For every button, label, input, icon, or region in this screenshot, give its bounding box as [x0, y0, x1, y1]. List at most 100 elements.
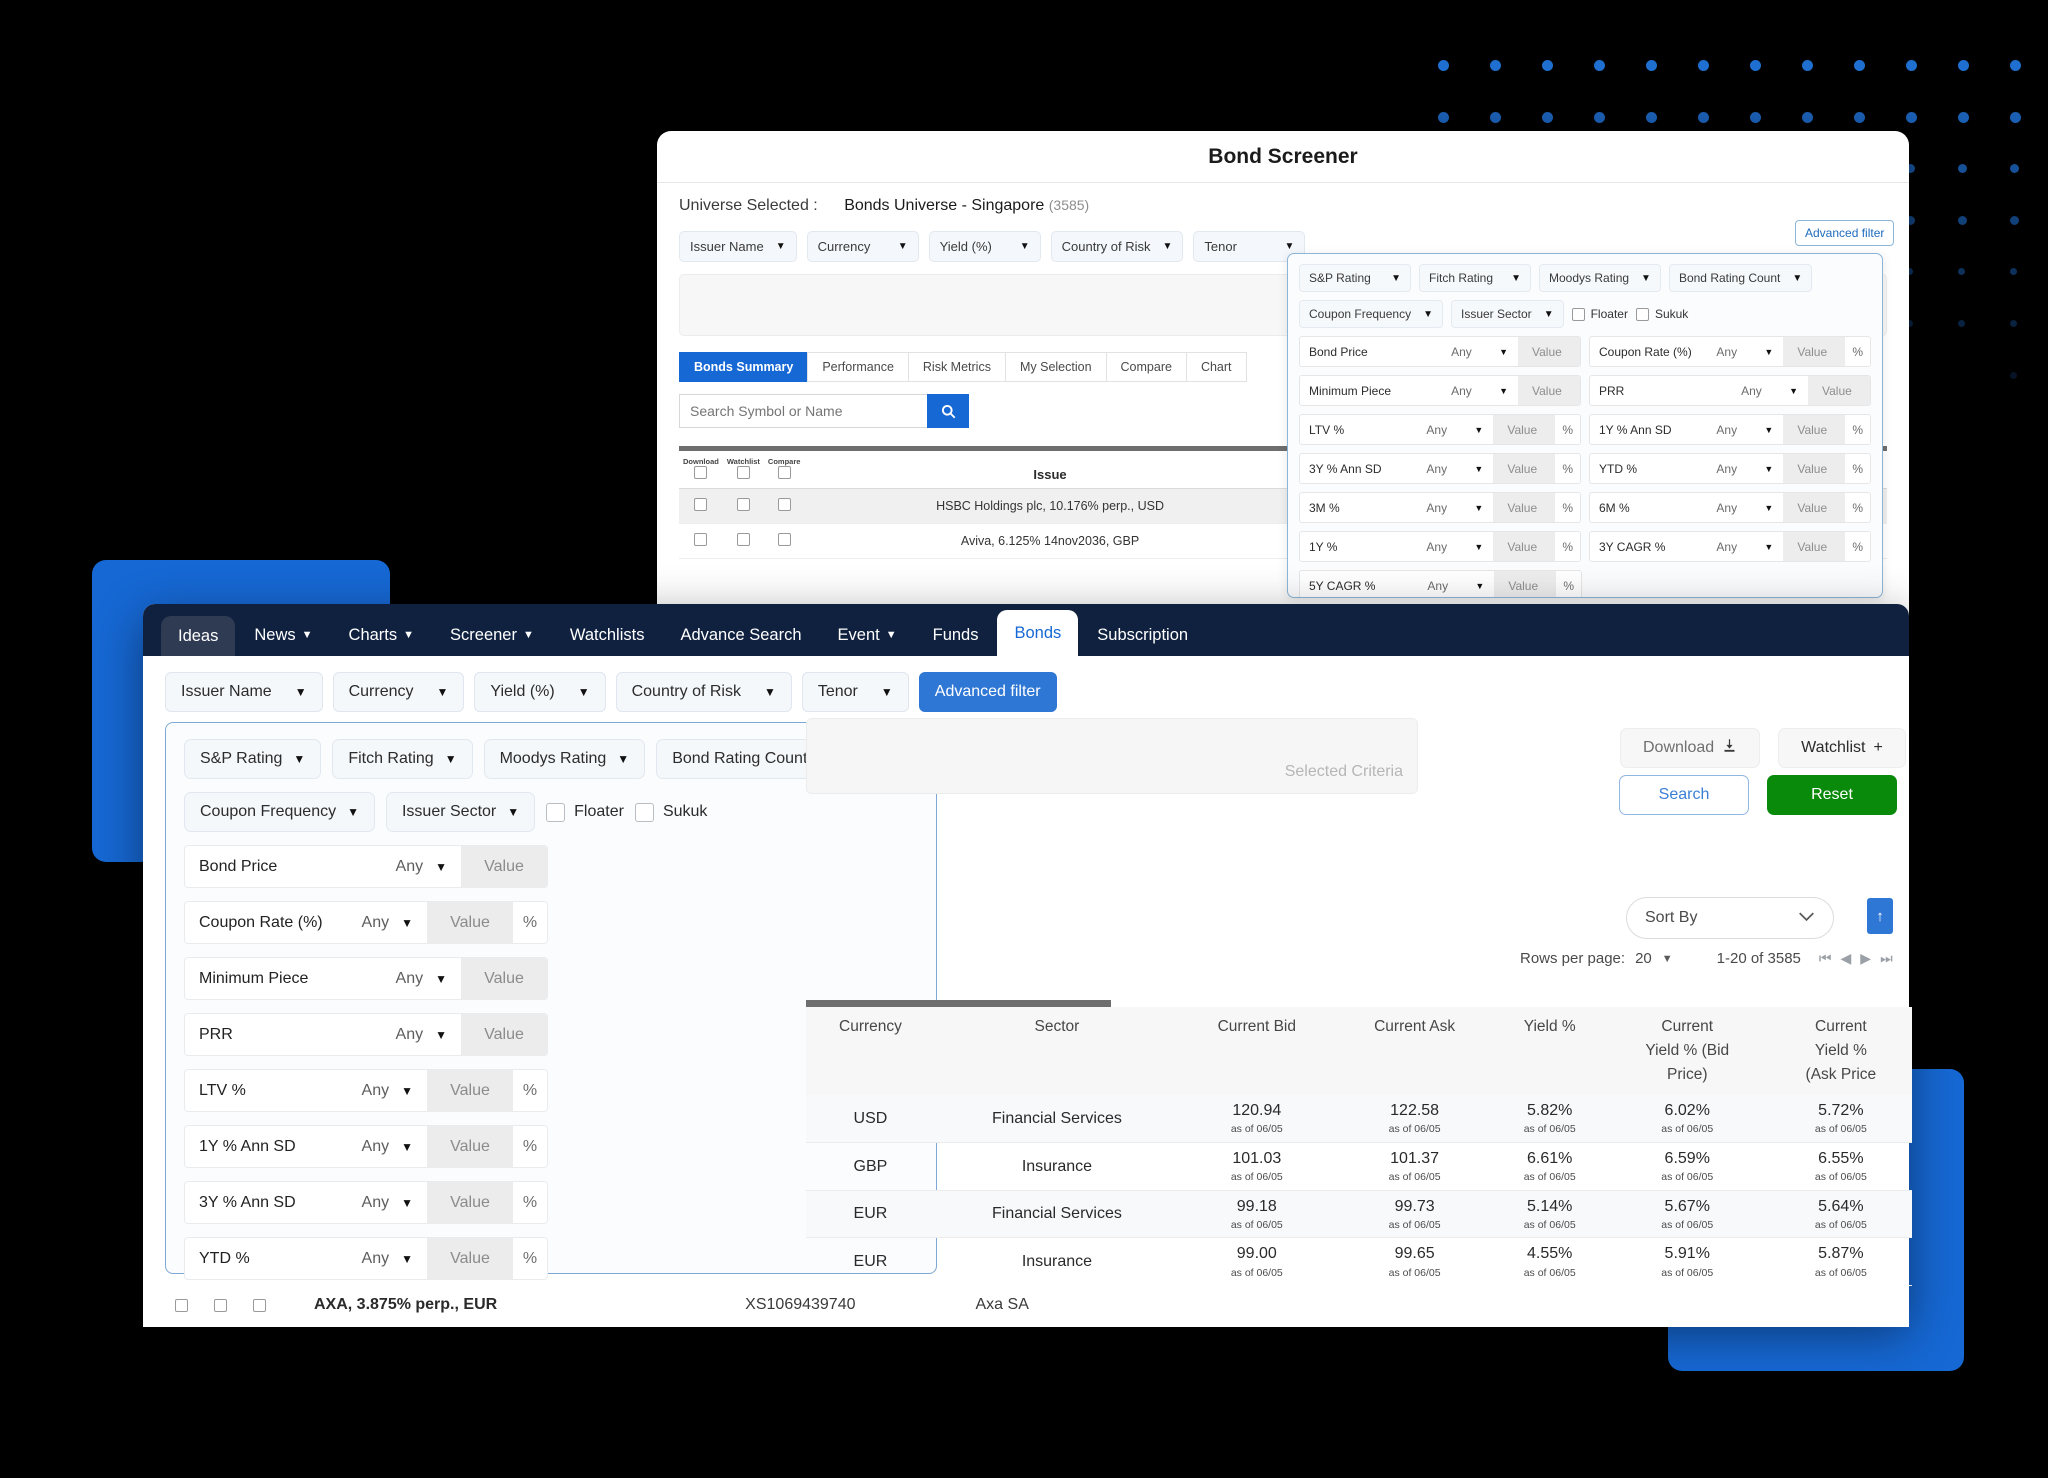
checkbox-floater[interactable]: Floater	[546, 792, 624, 832]
results-col-sector[interactable]: Sector	[934, 1007, 1179, 1096]
rear-field-1y-ann-sd[interactable]: 1Y % Ann SD Any ▼ Value%	[1589, 414, 1871, 445]
field-value-input[interactable]: Value	[1808, 376, 1870, 405]
rear-field-3m[interactable]: 3M % Any ▼ Value%	[1299, 492, 1581, 523]
field-prr[interactable]: PRR Any ▼ Value	[184, 1013, 548, 1056]
results-row[interactable]: GBP Insurance 101.03 as of 06/05 101.37 as of…	[806, 1142, 1912, 1191]
rear-row-checkbox[interactable]	[763, 488, 805, 524]
rear-row-checkbox[interactable]	[679, 488, 723, 524]
rear-field-bond-price[interactable]: Bond Price Any ▼ Value	[1299, 336, 1581, 367]
rear-row-checkbox[interactable]	[679, 523, 723, 559]
reset-button[interactable]: Reset	[1767, 775, 1897, 815]
field-value-input[interactable]: Value	[1493, 415, 1556, 444]
rear-field-ltv[interactable]: LTV % Any ▼ Value%	[1299, 414, 1581, 445]
adv-chip-issuer-sector[interactable]: Issuer Sector ▼	[385, 792, 536, 832]
field-operator[interactable]: Any	[362, 1082, 390, 1100]
results-row[interactable]: EUR Insurance 99.00 as of 06/05 99.65 as of 0…	[806, 1237, 1912, 1287]
nav-item-news[interactable]: News ▼	[237, 614, 329, 656]
field-operator[interactable]: Any	[1451, 384, 1499, 398]
field-value-input[interactable]: Value	[1518, 376, 1580, 405]
rear-col-compare[interactable]: Compare	[763, 451, 805, 489]
rear-adv-chip-bond-rating-count[interactable]: Bond Rating Count ▼	[1668, 264, 1813, 292]
field-operator[interactable]: Any	[1716, 423, 1764, 437]
rear-tab-my-selection[interactable]: My Selection	[1004, 352, 1106, 382]
rear-col-watchlist[interactable]: Watchlist	[722, 451, 764, 489]
filter-chip-issuer-name[interactable]: Issuer Name ▼	[165, 672, 323, 712]
field-value-input[interactable]: Value	[1783, 454, 1846, 483]
field-operator[interactable]: Any	[1426, 540, 1474, 554]
checkbox-box[interactable]	[634, 802, 654, 822]
rear-tab-risk-metrics[interactable]: Risk Metrics	[907, 352, 1005, 382]
adv-chip-moodys-rating[interactable]: Moodys Rating ▼	[483, 739, 646, 779]
rear-adv-chip-s-p-rating[interactable]: S&P Rating ▼	[1299, 264, 1411, 292]
rows-per-page-value[interactable]: 20	[1635, 950, 1652, 967]
field-minimum-piece[interactable]: Minimum Piece Any ▼ Value	[184, 957, 548, 1000]
field-value-input[interactable]: Value	[1518, 337, 1580, 366]
rear-field-1y[interactable]: 1Y % Any ▼ Value%	[1299, 531, 1581, 562]
rear-tab-performance[interactable]: Performance	[807, 352, 908, 382]
compare-checkbox[interactable]	[253, 1298, 266, 1312]
field-value-input[interactable]: Value	[427, 1126, 513, 1167]
rear-chip-issuer-name[interactable]: Issuer Name ▼	[679, 231, 797, 262]
results-row[interactable]: EUR Financial Services 99.18 as of 06/05 99.…	[806, 1190, 1912, 1239]
checkbox-sukuk[interactable]: Sukuk	[634, 792, 707, 832]
checkbox-box[interactable]	[546, 802, 566, 822]
first-page-icon[interactable]: ⏮	[1819, 950, 1832, 967]
results-col-currency[interactable]: Currency	[806, 1007, 935, 1096]
field-3y-ann-sd[interactable]: 3Y % Ann SD Any ▼ Value%	[184, 1181, 548, 1224]
filter-chip-country-of-risk[interactable]: Country of Risk ▼	[615, 672, 792, 712]
field-operator[interactable]: Any	[396, 970, 424, 988]
rear-search-input[interactable]	[679, 394, 927, 428]
filter-chip-currency[interactable]: Currency ▼	[332, 672, 465, 712]
results-row[interactable]: USD Financial Services 120.94 as of 06/05 12…	[806, 1095, 1912, 1143]
sort-ascending-button[interactable]: ↑	[1867, 898, 1893, 934]
results-col-current-yield-ask-price[interactable]: Current Yield % (Ask Price	[1769, 1007, 1912, 1096]
field-value-input[interactable]: Value	[427, 902, 513, 943]
rear-tab-compare[interactable]: Compare	[1105, 352, 1186, 382]
field-operator[interactable]: Any	[1716, 501, 1764, 515]
nav-item-charts[interactable]: Charts ▼	[332, 614, 432, 656]
field-value-input[interactable]: Value	[1493, 532, 1556, 561]
field-value-input[interactable]: Value	[427, 1238, 513, 1279]
rear-field-minimum-piece[interactable]: Minimum Piece Any ▼ Value	[1299, 375, 1581, 406]
field-value-input[interactable]: Value	[1783, 532, 1846, 561]
results-col-yield[interactable]: Yield %	[1494, 1007, 1605, 1096]
field-coupon-rate[interactable]: Coupon Rate (%) Any ▼ Value%	[184, 901, 548, 944]
field-value-input[interactable]: Value	[461, 1014, 547, 1055]
checkbox-box[interactable]	[1635, 307, 1649, 321]
nav-item-screener[interactable]: Screener ▼	[433, 614, 551, 656]
adv-chip-s-p-rating[interactable]: S&P Rating ▼	[184, 739, 322, 779]
search-button[interactable]: Search	[1619, 775, 1749, 815]
rear-checkbox-floater[interactable]: Floater	[1571, 300, 1628, 328]
filter-chip-tenor[interactable]: Tenor ▼	[801, 672, 909, 712]
field-value-input[interactable]: Value	[1493, 493, 1556, 522]
filter-chip-yield[interactable]: Yield (%) ▼	[474, 672, 606, 712]
rear-adv-chip-fitch-rating[interactable]: Fitch Rating ▼	[1419, 264, 1531, 292]
nav-item-subscription[interactable]: Subscription	[1080, 614, 1205, 656]
field-ytd[interactable]: YTD % Any ▼ Value%	[184, 1237, 548, 1280]
field-operator[interactable]: Any	[362, 1250, 390, 1268]
results-col-current-bid[interactable]: Current Bid	[1179, 1007, 1335, 1096]
rear-tab-chart[interactable]: Chart	[1185, 352, 1247, 382]
rear-field-6m[interactable]: 6M % Any ▼ Value%	[1589, 492, 1871, 523]
sort-by-select[interactable]: Sort By	[1626, 897, 1834, 939]
field-operator[interactable]: Any	[396, 1026, 424, 1044]
field-operator[interactable]: Any	[396, 858, 424, 876]
field-bond-price[interactable]: Bond Price Any ▼ Value	[184, 845, 548, 888]
rear-chip-yield[interactable]: Yield (%) ▼	[928, 231, 1041, 262]
rear-row-checkbox[interactable]	[722, 523, 764, 559]
field-value-input[interactable]: Value	[427, 1182, 513, 1223]
field-operator[interactable]: Any	[362, 1194, 390, 1212]
checkbox-box[interactable]	[1571, 307, 1585, 321]
advanced-filter-button[interactable]: Advanced filter	[918, 672, 1057, 712]
rear-row-checkbox[interactable]	[763, 523, 805, 559]
field-value-input[interactable]: Value	[427, 1070, 513, 1111]
field-operator[interactable]: Any	[1716, 540, 1764, 554]
nav-item-funds[interactable]: Funds	[916, 614, 996, 656]
nav-item-advance-search[interactable]: Advance Search	[663, 614, 818, 656]
field-value-input[interactable]: Value	[1783, 415, 1846, 444]
rear-checkbox-sukuk[interactable]: Sukuk	[1635, 300, 1688, 328]
rear-field-5y-cagr[interactable]: 5Y CAGR % Any ▼ Value%	[1299, 570, 1582, 597]
prev-page-icon[interactable]: ◀	[1841, 950, 1852, 967]
field-operator[interactable]: Any	[1716, 462, 1764, 476]
rear-tab-bonds-summary[interactable]: Bonds Summary	[679, 352, 808, 382]
